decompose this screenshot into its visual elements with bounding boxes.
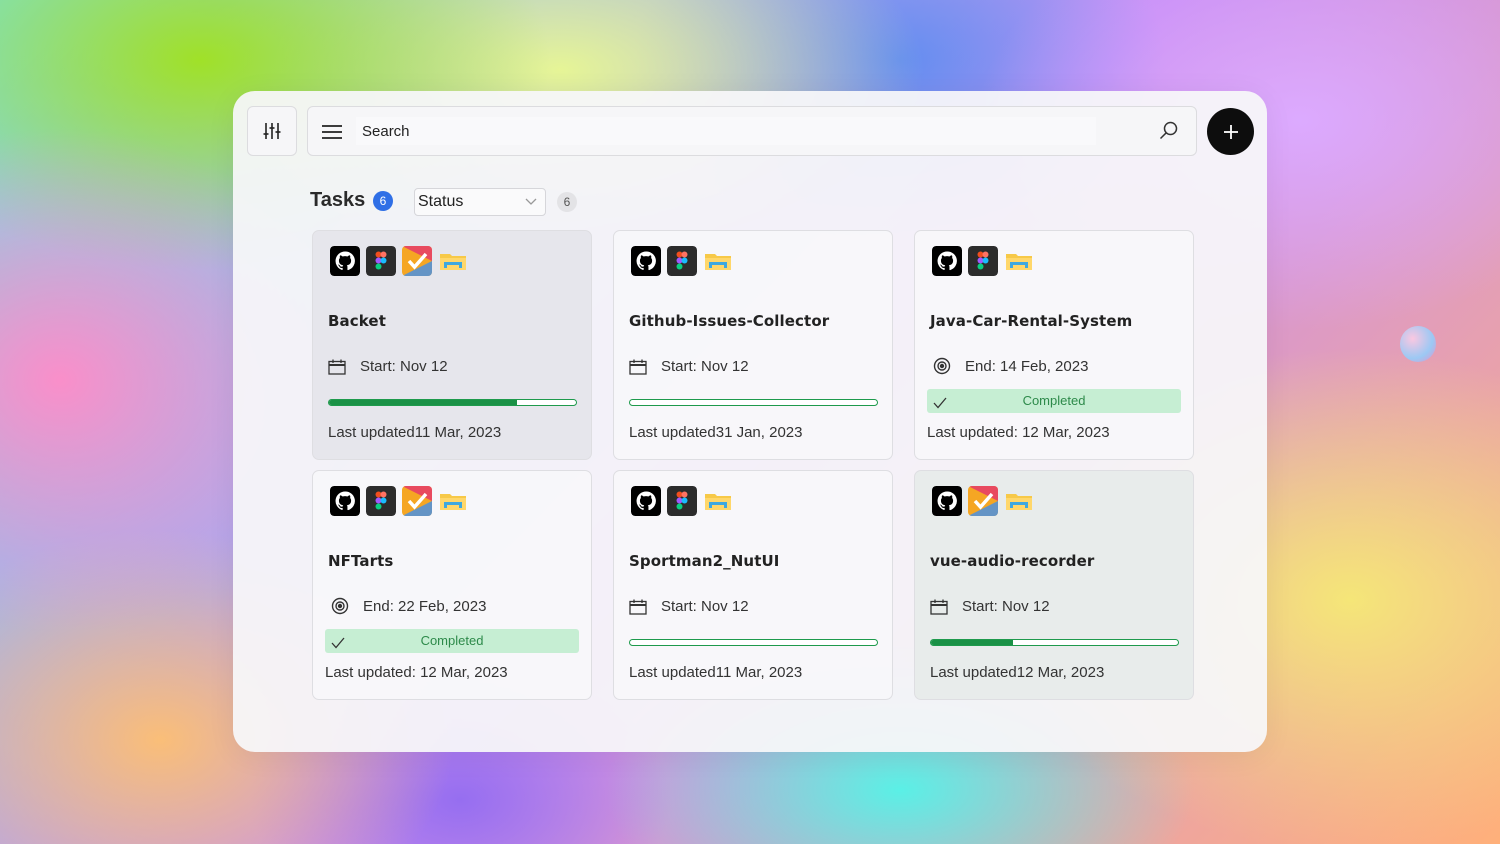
task-date-label: Start: Nov 12 xyxy=(360,358,448,375)
github-icon xyxy=(932,246,962,276)
task-count-badge: 6 xyxy=(373,191,393,211)
folder-icon xyxy=(1004,486,1034,516)
folder-icon xyxy=(703,246,733,276)
todo-icon xyxy=(402,486,432,516)
task-card[interactable]: Sportman2_NutUI Start: Nov 12 Last update… xyxy=(613,470,893,700)
check-icon xyxy=(331,633,345,657)
figma-icon xyxy=(968,246,998,276)
task-card[interactable]: Java-Car-Rental-System End: 14 Feb, 2023… xyxy=(914,230,1194,460)
search-icon[interactable] xyxy=(1158,120,1180,142)
task-date-label: Start: Nov 12 xyxy=(962,598,1050,615)
progress-fill xyxy=(329,400,517,405)
progress-bar xyxy=(930,639,1179,646)
app-icons xyxy=(631,486,733,516)
completed-status: Completed xyxy=(927,389,1181,413)
task-date-label: End: 22 Feb, 2023 xyxy=(363,597,487,615)
github-icon xyxy=(330,246,360,276)
calendar-icon xyxy=(328,359,346,375)
add-task-button[interactable] xyxy=(1207,108,1254,155)
last-updated: Last updated11 Mar, 2023 xyxy=(328,424,502,441)
sliders-icon xyxy=(263,123,281,139)
tasks-panel: Tasks 6 Status 6 Backet Start: Nov 12 Las… xyxy=(233,91,1267,752)
status-dropdown[interactable]: Status xyxy=(414,188,546,216)
github-icon xyxy=(932,486,962,516)
github-icon xyxy=(631,486,661,516)
calendar-icon xyxy=(629,359,647,375)
task-title: Backet xyxy=(328,312,386,330)
task-card[interactable]: Backet Start: Nov 12 Last updated11 Mar, … xyxy=(312,230,592,460)
status-count-badge: 6 xyxy=(557,192,577,212)
task-card[interactable]: NFTarts End: 22 Feb, 2023 Completed Last … xyxy=(312,470,592,700)
app-icons xyxy=(932,246,1034,276)
completed-label: Completed xyxy=(1022,393,1086,408)
filter-button[interactable] xyxy=(247,106,297,156)
page-title: Tasks xyxy=(310,189,366,211)
progress-bar xyxy=(328,399,577,406)
last-updated: Last updated12 Mar, 2023 xyxy=(930,664,1105,681)
task-date: Start: Nov 12 xyxy=(629,598,749,615)
app-icons xyxy=(631,246,733,276)
check-icon xyxy=(933,393,947,417)
plus-icon xyxy=(1223,124,1238,139)
task-date-label: End: 14 Feb, 2023 xyxy=(965,357,1089,375)
decorative-bubble xyxy=(1400,326,1436,362)
last-updated: Last updated31 Jan, 2023 xyxy=(629,424,803,441)
last-updated: Last updated11 Mar, 2023 xyxy=(629,664,803,681)
folder-icon xyxy=(1004,246,1034,276)
completed-label: Completed xyxy=(420,633,484,648)
figma-icon xyxy=(366,486,396,516)
progress-bar xyxy=(629,639,878,646)
task-date-label: Start: Nov 12 xyxy=(661,358,749,375)
github-icon xyxy=(631,246,661,276)
app-icons xyxy=(932,486,1034,516)
folder-icon xyxy=(703,486,733,516)
progress-fill xyxy=(931,640,1013,645)
figma-icon xyxy=(667,486,697,516)
app-icons xyxy=(330,246,468,276)
folder-icon xyxy=(438,486,468,516)
task-card[interactable]: vue-audio-recorder Start: Nov 12 Last upd… xyxy=(914,470,1194,700)
task-title: Github-Issues-Collector xyxy=(629,312,830,330)
task-card[interactable]: Github-Issues-Collector Start: Nov 12 Las… xyxy=(613,230,893,460)
target-icon xyxy=(933,357,951,375)
calendar-icon xyxy=(629,599,647,615)
task-title: vue-audio-recorder xyxy=(930,552,1095,570)
task-title: NFTarts xyxy=(328,552,394,570)
task-date: Start: Nov 12 xyxy=(629,358,749,375)
hamburger-icon[interactable] xyxy=(321,122,343,142)
task-date: Start: Nov 12 xyxy=(930,598,1050,615)
last-updated: Last updated: 12 Mar, 2023 xyxy=(325,664,508,681)
search-input[interactable] xyxy=(356,117,1096,145)
last-updated: Last updated: 12 Mar, 2023 xyxy=(927,424,1110,441)
completed-status: Completed xyxy=(325,629,579,653)
search-bar xyxy=(307,106,1197,156)
task-title: Java-Car-Rental-System xyxy=(930,312,1133,330)
todo-icon xyxy=(968,486,998,516)
github-icon xyxy=(330,486,360,516)
task-title: Sportman2_NutUI xyxy=(629,552,780,570)
app-icons xyxy=(330,486,468,516)
figma-icon xyxy=(366,246,396,276)
status-dropdown-label: Status xyxy=(418,193,464,210)
task-date: Start: Nov 12 xyxy=(328,358,448,375)
calendar-icon xyxy=(930,599,948,615)
todo-icon xyxy=(402,246,432,276)
task-date-label: Start: Nov 12 xyxy=(661,598,749,615)
target-icon xyxy=(331,597,349,615)
folder-icon xyxy=(438,246,468,276)
progress-bar xyxy=(629,399,878,406)
chevron-down-icon xyxy=(525,198,537,205)
task-date: End: 14 Feb, 2023 xyxy=(933,357,1088,375)
task-date: End: 22 Feb, 2023 xyxy=(331,597,486,615)
figma-icon xyxy=(667,246,697,276)
